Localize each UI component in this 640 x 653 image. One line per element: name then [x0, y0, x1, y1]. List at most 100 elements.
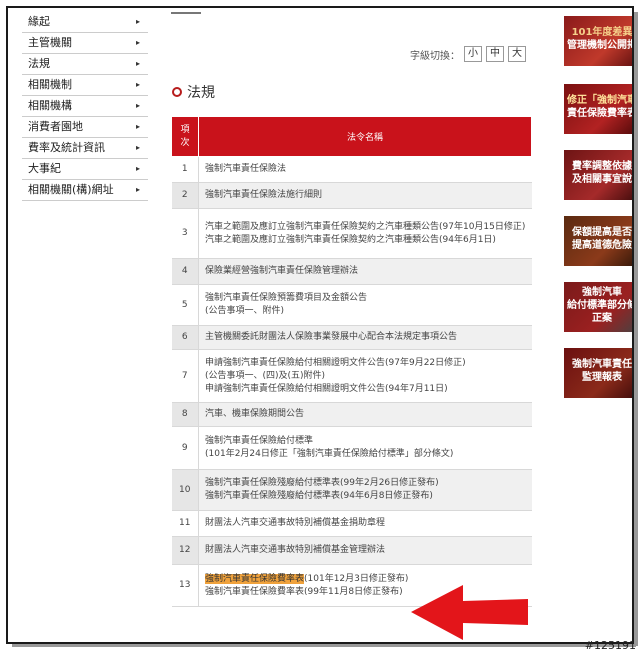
banner-text: 正案	[592, 313, 612, 324]
row-number: 13	[171, 564, 199, 607]
promo-banner[interactable]: 費率調整依據 及相關事宜說	[564, 150, 632, 200]
table-row: 7 申請強制汽車責任保險給付相關證明文件公告(97年9月22日修正) (公告事項一、…	[171, 349, 532, 403]
law-link[interactable]: (公告事項一、(四)及(五)附件)	[205, 370, 526, 383]
chevron-right-icon: ▸	[135, 122, 140, 131]
sidebar-item-links[interactable]: 相關機關(構)網址 ▸	[22, 180, 148, 201]
banner-text: 及相關事宜說	[572, 174, 632, 185]
law-link[interactable]: 主管機關委託財團法人保險事業發展中心配合本法規定事項公告	[205, 331, 526, 344]
row-number: 7	[171, 349, 199, 403]
law-link[interactable]: 財團法人汽車交通事故特別補償基金捐助章程	[205, 517, 526, 530]
banner-text: 保額提高是否	[572, 227, 632, 238]
law-link[interactable]: 強制汽車責任保險殘廢給付標準表(94年6月8日修正發布)	[205, 490, 526, 503]
table-row: 11 財團法人汽車交通事故特別補償基金捐助章程	[171, 510, 532, 537]
banner-text: 強制汽車	[582, 287, 622, 298]
sidebar-item-origin[interactable]: 緣起 ▸	[22, 12, 148, 33]
table-row: 5 強制汽車責任保險預籌費項目及金額公告 (公告事項一、附件)	[171, 284, 532, 326]
promo-banner[interactable]: 保額提高是否 提高道德危險	[564, 216, 632, 266]
law-name-cell: 強制汽車責任保險殘廢給付標準表(99年2月26日修正發布) 強制汽車責任保險殘廢給…	[198, 469, 532, 511]
law-name-cell: 強制汽車責任保險法施行細則	[198, 182, 532, 209]
chevron-right-icon: ▸	[135, 17, 140, 26]
row-number: 4	[171, 258, 199, 285]
chevron-right-icon: ▸	[135, 38, 140, 47]
banner-text: 給付標準部分條	[567, 300, 634, 311]
law-link[interactable]: 申請強制汽車責任保險給付相關證明文件公告(94年7月11日)	[205, 383, 526, 396]
law-name-cell: 申請強制汽車責任保險給付相關證明文件公告(97年9月22日修正) (公告事項一、(…	[198, 349, 532, 403]
law-link-suffix: (101年12月3日修正發布)	[304, 573, 409, 584]
sidebar-item-consumer[interactable]: 消費者園地 ▸	[22, 117, 148, 138]
promo-banner[interactable]: 強制汽車給付標準部分條 正案	[564, 282, 634, 332]
law-link[interactable]: 申請強制汽車責任保險給付相關證明文件公告(97年9月22日修正)	[205, 357, 526, 370]
law-name-cell: 主管機關委託財團法人保險事業發展中心配合本法規定事項公告	[198, 325, 532, 350]
chevron-right-icon: ▸	[135, 59, 140, 68]
font-small-button[interactable]: 小	[464, 46, 482, 62]
sidebar-item-regulations[interactable]: 法規 ▸	[22, 54, 148, 75]
table-row: 12 財團法人汽車交通事故特別補償基金管理辦法	[171, 536, 532, 565]
row-number: 11	[171, 510, 199, 537]
banner-text: 管理機制公開揭	[567, 40, 634, 51]
sidebar-item-label: 大事紀	[28, 162, 61, 175]
sidebar-item-label: 緣起	[28, 15, 50, 28]
chevron-right-icon: ▸	[135, 185, 140, 194]
sidebar-item-authority[interactable]: 主管機關 ▸	[22, 33, 148, 54]
law-name-cell: 汽車之範圍及應訂立強制汽車責任保險契約之汽車種類公告(97年10月15日修正) 汽…	[198, 208, 532, 259]
banner-text: 提高道德危險	[572, 240, 632, 251]
law-name-cell: 強制汽車責任保險法	[198, 156, 532, 183]
red-arrow-annotation	[411, 585, 528, 640]
banner-text: 修正「強制汽車	[567, 95, 634, 106]
table-row: 4 保險業經營強制汽車責任保險管理辦法	[171, 258, 532, 285]
font-large-button[interactable]: 大	[508, 46, 526, 62]
promo-banner[interactable]: 修正「強制汽車 責任保險費率表	[564, 84, 634, 134]
law-link[interactable]: 汽車之範圍及應訂立強制汽車責任保險契約之汽車種類公告(97年10月15日修正)	[205, 221, 526, 234]
banner-text: 監理報表	[582, 372, 622, 383]
page-title-text: 法規	[187, 85, 215, 101]
promo-banner[interactable]: 101年度差異 管理機制公開揭	[564, 16, 634, 66]
watermark-id: #125191	[584, 639, 636, 652]
row-number: 1	[171, 156, 199, 183]
row-number: 2	[171, 182, 199, 209]
banner-text: 責任保險費率表	[567, 108, 634, 119]
font-medium-button[interactable]: 中	[486, 46, 504, 62]
regulations-table: 項 次 法令名稱 1 強制汽車責任保險法 2 強制汽車責任保險法施行細則 3 汽車之範圍及…	[171, 116, 532, 607]
promo-banner[interactable]: 強制汽車責任 監理報表	[564, 348, 632, 398]
banner-text: 費率調整依據	[572, 161, 632, 172]
table-row: 1 強制汽車責任保險法	[171, 156, 532, 183]
law-link[interactable]: 強制汽車責任保險法	[205, 163, 526, 176]
screenshot-frame: 緣起 ▸ 主管機關 ▸ 法規 ▸ 相關機制 ▸ 相關機構 ▸ 消費者園地 ▸ 費率及統計資訊…	[6, 6, 634, 644]
law-link[interactable]: 強制汽車責任保險預籌費項目及金額公告	[205, 292, 526, 305]
law-link[interactable]: 強制汽車責任保險殘廢給付標準表(99年2月26日修正發布)	[205, 477, 526, 490]
top-tab-stub	[171, 8, 201, 14]
law-link[interactable]: (公告事項一、附件)	[205, 305, 526, 318]
font-size-switcher: 字級切換： 小 中 大	[410, 46, 526, 62]
table-row: 8 汽車、機車保險期間公告	[171, 402, 532, 427]
law-link[interactable]: 強制汽車責任保險給付標準	[205, 435, 526, 448]
law-name-cell: 財團法人汽車交通事故特別補償基金管理辦法	[198, 536, 532, 565]
chevron-right-icon: ▸	[135, 101, 140, 110]
page-title: 法規	[172, 82, 215, 102]
table-row: 3 汽車之範圍及應訂立強制汽車責任保險契約之汽車種類公告(97年10月15日修正)…	[171, 208, 532, 259]
sidebar-item-label: 法規	[28, 57, 50, 70]
highlighted-law-link[interactable]: 強制汽車責任保險費率表	[205, 573, 305, 584]
row-number: 9	[171, 426, 199, 470]
law-link[interactable]: 強制汽車責任保險費率表(101年12月3日修正發布)	[205, 573, 526, 586]
column-header-number: 項 次	[171, 116, 199, 157]
law-link[interactable]: 財團法人汽車交通事故特別補償基金管理辦法	[205, 544, 526, 557]
banner-text: 強制汽車責任	[572, 359, 632, 370]
law-link[interactable]: 保險業經營強制汽車責任保險管理辦法	[205, 265, 526, 278]
sidebar-item-label: 消費者園地	[28, 120, 83, 133]
law-link[interactable]: 汽車之範圍及應訂立強制汽車責任保險契約之汽車種類公告(94年6月1日)	[205, 234, 526, 247]
law-link[interactable]: 強制汽車責任保險法施行細則	[205, 189, 526, 202]
sidebar-item-rates[interactable]: 費率及統計資訊 ▸	[22, 138, 148, 159]
law-link[interactable]: (101年2月24日修正「強制汽車責任保險給付標準」部分條文)	[205, 448, 526, 461]
sidebar-item-timeline[interactable]: 大事紀 ▸	[22, 159, 148, 180]
sidebar-item-mechanisms[interactable]: 相關機制 ▸	[22, 75, 148, 96]
law-link[interactable]: 汽車、機車保險期間公告	[205, 408, 526, 421]
table-row: 2 強制汽車責任保險法施行細則	[171, 182, 532, 209]
banner-text: 101年度差異	[571, 27, 633, 38]
law-name-cell: 財團法人汽車交通事故特別補償基金捐助章程	[198, 510, 532, 537]
row-number: 6	[171, 325, 199, 350]
sidebar-item-label: 主管機關	[28, 36, 72, 49]
sidebar-item-label: 相關機構	[28, 99, 72, 112]
sidebar-item-institutions[interactable]: 相關機構 ▸	[22, 96, 148, 117]
header-num-text: 項 次	[180, 124, 190, 148]
row-number: 3	[171, 208, 199, 259]
